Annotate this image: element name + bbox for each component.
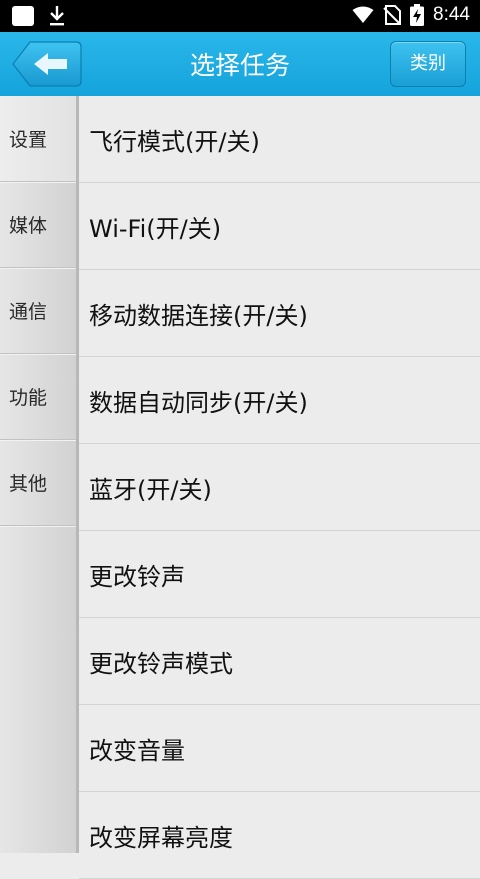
sidebar-item-other[interactable]: 其他 <box>0 440 76 526</box>
app-notification-icon <box>12 6 34 26</box>
category-sidebar: 设置 媒体 通信 功能 其他 <box>0 96 79 853</box>
sidebar-item-label: 设置 <box>9 129 48 151</box>
task-label: 更改铃声模式 <box>89 649 233 678</box>
task-list: 飞行模式(开/关) Wi-Fi(开/关) 移动数据连接(开/关) 数据自动同步(… <box>79 96 480 879</box>
sidebar-item-label: 其他 <box>9 473 48 495</box>
task-item-wifi[interactable]: Wi-Fi(开/关) <box>79 183 480 270</box>
task-item-bluetooth[interactable]: 蓝牙(开/关) <box>79 444 480 531</box>
task-label: 数据自动同步(开/关) <box>89 388 308 417</box>
task-item-airplane-mode[interactable]: 飞行模式(开/关) <box>79 96 480 183</box>
sidebar-item-communication[interactable]: 通信 <box>0 268 76 354</box>
task-label: 改变音量 <box>89 736 185 765</box>
task-label: Wi-Fi(开/关) <box>89 214 222 243</box>
wifi-icon <box>352 6 374 23</box>
sidebar-item-label: 媒体 <box>9 215 48 237</box>
category-button[interactable]: 类别 <box>390 41 466 87</box>
task-label: 移动数据连接(开/关) <box>89 301 308 330</box>
task-label: 改变屏幕亮度 <box>89 823 233 852</box>
task-item-auto-sync[interactable]: 数据自动同步(开/关) <box>79 357 480 444</box>
sidebar-item-label: 功能 <box>9 387 48 409</box>
status-bar: 8:44 <box>0 0 480 32</box>
sidebar-item-label: 通信 <box>9 301 48 323</box>
battery-charging-icon <box>410 4 425 26</box>
task-label: 蓝牙(开/关) <box>89 475 212 504</box>
task-item-ringer-mode[interactable]: 更改铃声模式 <box>79 618 480 705</box>
task-item-mobile-data[interactable]: 移动数据连接(开/关) <box>79 270 480 357</box>
task-label: 飞行模式(开/关) <box>89 127 260 156</box>
task-label: 更改铃声 <box>89 562 185 591</box>
sidebar-item-settings[interactable]: 设置 <box>0 96 76 182</box>
sidebar-item-media[interactable]: 媒体 <box>0 182 76 268</box>
sidebar-item-functions[interactable]: 功能 <box>0 354 76 440</box>
task-item-change-volume[interactable]: 改变音量 <box>79 705 480 792</box>
clock: 8:44 <box>433 4 470 25</box>
app-header: 选择任务 类别 <box>0 32 480 97</box>
no-sim-icon <box>383 5 402 25</box>
task-item-change-ringtone[interactable]: 更改铃声 <box>79 531 480 618</box>
task-item-screen-brightness[interactable]: 改变屏幕亮度 <box>79 792 480 879</box>
download-icon <box>50 6 64 26</box>
